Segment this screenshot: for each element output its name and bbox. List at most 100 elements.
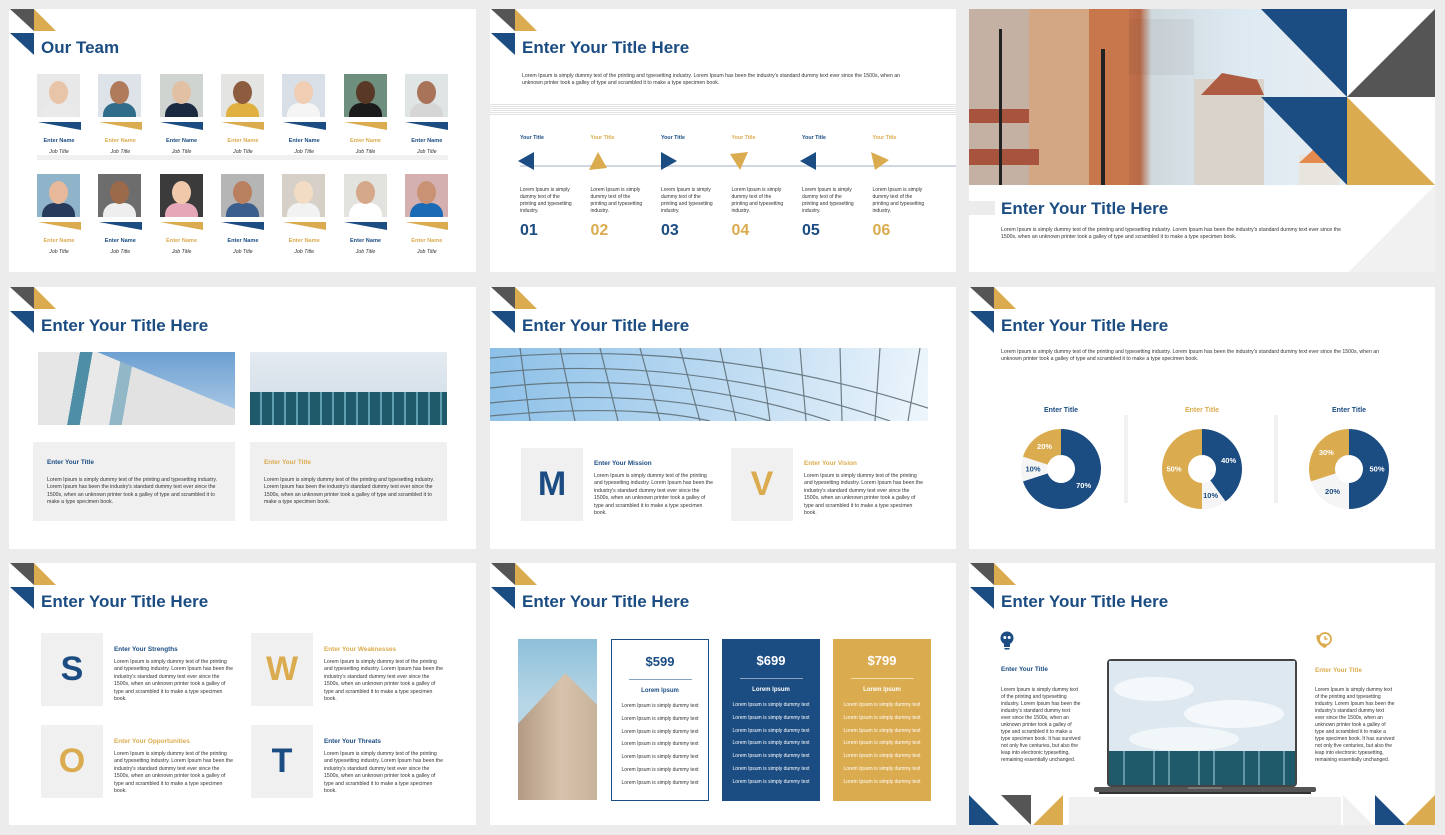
slide-pricing[interactable]: Enter Your Title Here $599 Lorem Ipsum Lo… (490, 563, 956, 825)
pricing-plan[interactable]: $699 Lorem Ipsum Lorem Ipsum is simply du… (722, 639, 820, 801)
member-name: Enter Name (349, 138, 382, 144)
member-photo (404, 74, 448, 117)
member-name: Enter Name (43, 238, 75, 244)
member-name: Enter Name (104, 238, 136, 244)
team-member: Enter Name Job Title (159, 174, 204, 255)
plan-feature: Lorem Ipsum is simply dummy text (732, 740, 810, 747)
photo-accent (160, 122, 204, 130)
donut-label: 50% (1166, 465, 1181, 474)
step-number: 03 (661, 222, 679, 239)
card-title: Enter Your Title (264, 459, 311, 466)
team-member: Enter Name Job Title (220, 74, 265, 155)
plan-price: $799 (867, 653, 897, 668)
photo-accent (221, 222, 265, 230)
slide-title: Our Team (41, 38, 120, 57)
team-member: Enter Name Job Title (220, 174, 265, 255)
plan-heading: Lorem Ipsum (641, 688, 679, 694)
team-member: Enter Name Job Title (343, 174, 388, 255)
mv-text: Lorem Ipsum is simply dummy text of the … (804, 473, 923, 517)
pricing-plan[interactable]: $799 Lorem Ipsum Lorem Ipsum is simply du… (833, 639, 931, 801)
member-name: Enter Name (227, 238, 259, 244)
donut-label: 40% (1221, 456, 1236, 465)
member-name: Enter Name (43, 138, 75, 144)
photo-accent (160, 222, 204, 230)
plan-feature: Lorem Ipsum is simply dummy text (621, 728, 699, 735)
step-title: Your Title (872, 135, 897, 141)
plan-heading: Lorem Ipsum (863, 687, 901, 693)
step-text: Lorem Ipsum is simply dummy text of the … (731, 187, 784, 214)
member-name: Enter Name (166, 138, 198, 144)
swot-text: Lorem Ipsum is simply dummy text of the … (114, 751, 233, 795)
donut-label: 10% (1203, 491, 1218, 500)
timeline-step: Your Title Lorem Ipsum is simply dummy t… (518, 135, 580, 239)
card-title: Enter Your Title (47, 459, 94, 466)
glass-building-photo (250, 352, 447, 425)
donut-label: 70% (1076, 481, 1091, 490)
info-card: Enter Your Title Lorem Ipsum is simply d… (250, 442, 447, 521)
photo-accent (405, 122, 449, 130)
team-member: Enter Name Job Title (282, 74, 326, 155)
chart-title: Enter Title (1043, 407, 1079, 414)
plan-feature: Lorem Ipsum is simply dummy text (732, 702, 810, 708)
plan-feature: Lorem Ipsum is simply dummy text (621, 715, 699, 722)
step-text: Lorem Ipsum is simply dummy text of the … (661, 187, 713, 214)
member-name: Enter Name (227, 138, 259, 144)
plan-price: $699 (756, 653, 786, 668)
member-name: Enter Name (166, 238, 198, 244)
letter-box: V (731, 448, 793, 521)
swot-title: Enter Your Weaknesses (324, 646, 397, 653)
divider (628, 679, 692, 680)
divider (739, 678, 803, 679)
slide-title: Enter Your Title Here (1001, 199, 1169, 218)
arrow-right-icon (661, 152, 677, 170)
swot-letter-box: O (41, 725, 103, 798)
member-photo (220, 74, 264, 117)
card-text: Lorem Ipsum is simply dummy text of the … (47, 477, 218, 506)
slide-mission-vision[interactable]: Enter Your Title Here M Enter Your Missio… (490, 287, 956, 549)
donut-label: 30% (1319, 448, 1334, 457)
glass-dome-photo (490, 348, 928, 421)
slide-donuts[interactable]: Enter Your Title Here Lorem Ipsum is sim… (969, 287, 1435, 549)
photo-accent (282, 122, 326, 130)
slide-title: Enter Your Title Here (522, 38, 690, 57)
plan-feature: Lorem Ipsum is simply dummy text (621, 703, 699, 709)
swot-letter-box: S (41, 633, 103, 706)
member-photo (404, 174, 448, 217)
member-photo (343, 74, 387, 117)
swot-title: Enter Your Strengths (114, 646, 178, 653)
arrow-down-icon (729, 152, 748, 170)
team-member: Enter Name Job Title (404, 174, 449, 255)
member-name: Enter Name (288, 238, 320, 244)
arrow-left-icon (518, 152, 534, 170)
arrow-down-right-icon (870, 152, 889, 170)
slide-title: Enter Your Title Here (522, 316, 690, 335)
laptop-mockup (1094, 659, 1316, 794)
timeline-step: Your Title Lorem Ipsum is simply dummy t… (729, 135, 792, 239)
houses-photo (38, 352, 235, 425)
swot-text-block: Enter Your Strengths Lorem Ipsum is simp… (114, 646, 234, 703)
slide-laptop[interactable]: Enter Your Title Here Enter Your Title L… (969, 563, 1435, 825)
member-photo (343, 174, 387, 217)
plan-feature: Lorem Ipsum is simply dummy text (732, 765, 810, 772)
slide-timeline[interactable]: Enter Your Title Here Lorem Ipsum is sim… (490, 9, 956, 272)
team-member: Enter Name Job Title (159, 74, 204, 155)
step-title: Your Title (590, 135, 615, 141)
member-job: Job Title (110, 249, 131, 255)
plan-feature: Lorem Ipsum is simply dummy text (621, 779, 699, 786)
slide-title: Enter Your Title Here (41, 316, 209, 335)
left-title: Enter Your Title (1001, 666, 1048, 673)
timeline-step: Your Title Lorem Ipsum is simply dummy t… (870, 135, 933, 239)
slide-two-cards[interactable]: Enter Your Title Here Enter Your Title L… (9, 287, 476, 549)
plan-feature: Lorem Ipsum is simply dummy text (843, 778, 921, 785)
plan-feature: Lorem Ipsum is simply dummy text (843, 753, 921, 760)
slide-swot[interactable]: Enter Your Title Here S Enter Your Streng… (9, 563, 476, 825)
plan-feature: Lorem Ipsum is simply dummy text (843, 727, 921, 734)
team-member: Enter Name Job Title (404, 74, 449, 155)
intro-text: Lorem Ipsum is simply dummy text of the … (1001, 349, 1380, 363)
slide-team[interactable]: Our Team Enter Name Job Title Enter Name… (9, 9, 476, 272)
slide-cover[interactable]: Enter Your Title Here Lorem Ipsum is sim… (969, 9, 1435, 272)
bottom-pattern (969, 795, 1435, 825)
member-photo (220, 174, 264, 217)
pricing-plan[interactable]: $599 Lorem Ipsum Lorem Ipsum is simply du… (611, 639, 709, 801)
intro-text: Lorem Ipsum is simply dummy text of the … (522, 73, 901, 87)
